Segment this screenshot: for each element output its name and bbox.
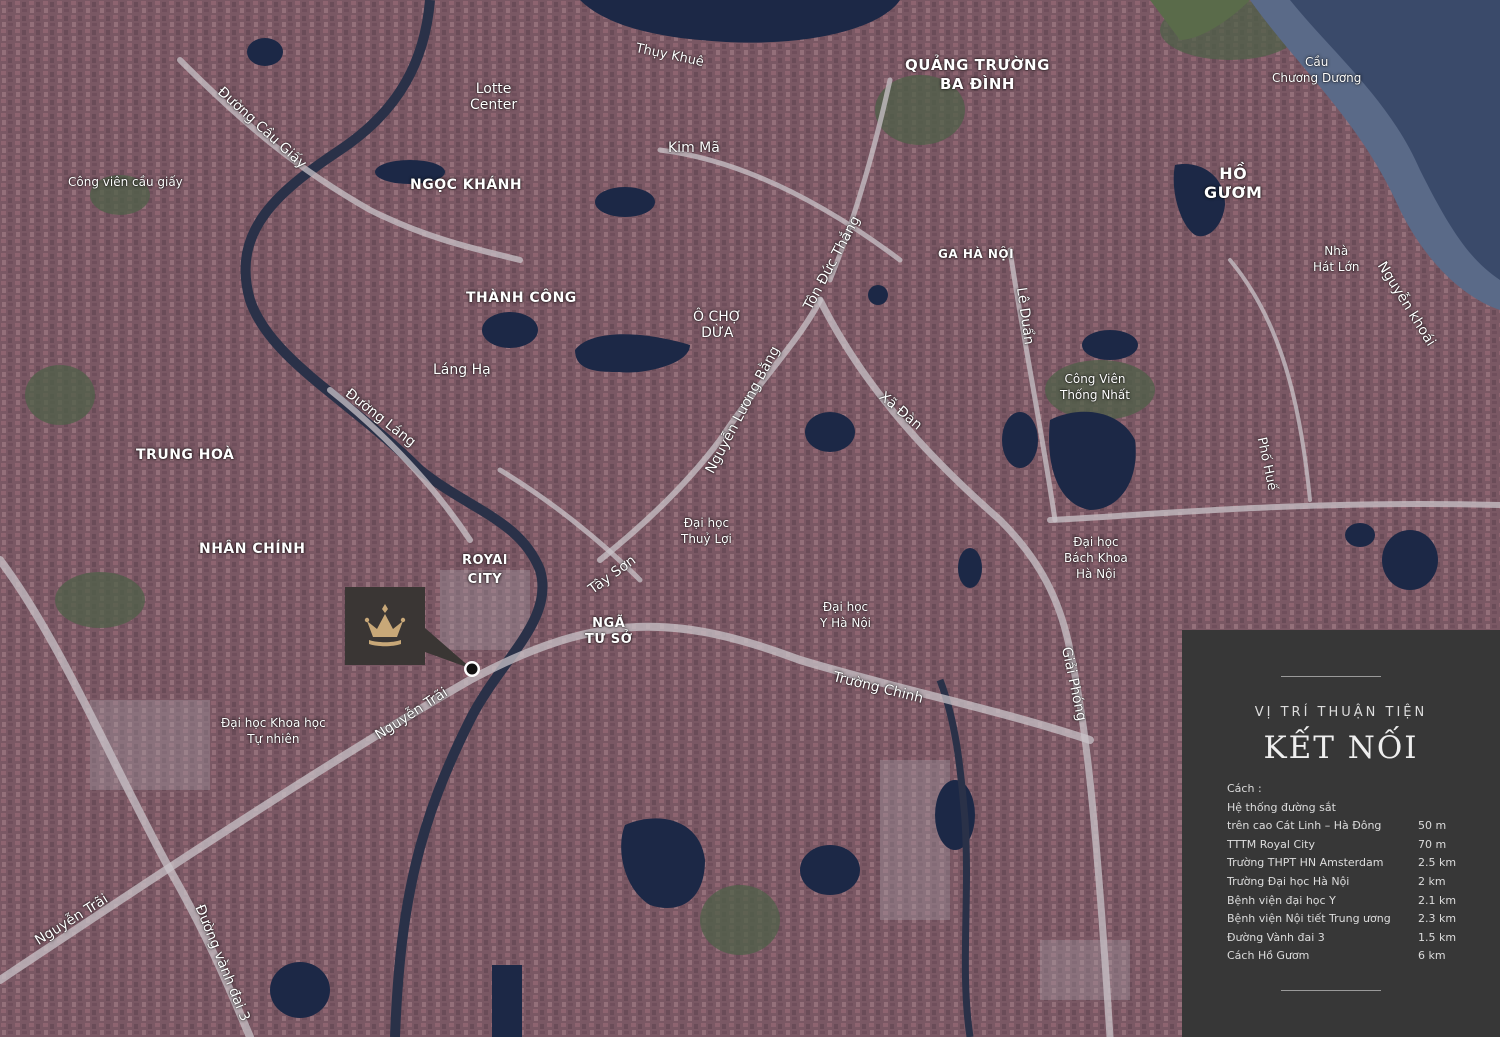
label-o-cho-dua: Ô CHỢ DỪA	[693, 309, 742, 341]
label-nha-hat-lon: Nhà Hát Lớn	[1313, 243, 1360, 275]
label-dh-thuy-loi: Đại học Thuỷ Lợi	[681, 515, 732, 547]
label-nga-tu-so: NGÃ TƯ SỞ	[585, 616, 632, 648]
label-cong-vien-cau-giay: Công viên cầu giấy	[68, 175, 183, 189]
label-line: CITY	[467, 572, 503, 587]
distance-value: 2.1 km	[1418, 893, 1457, 907]
label-line: Y Hà Nội	[820, 616, 871, 630]
distance-row: Cách Hồ Gươm 6 km	[1227, 947, 1487, 966]
distance-label: Trường THPT HN Amsterdam	[1227, 856, 1384, 870]
distance-row: Bệnh viện đại học Y 2.1 km	[1227, 892, 1487, 911]
crown-icon	[364, 604, 406, 647]
label-line: Nhà	[1324, 244, 1349, 258]
label-lang-ha: Láng Hạ	[433, 362, 491, 378]
label-line: BA ĐÌNH	[939, 75, 1015, 93]
panel-bottom-divider	[1281, 990, 1381, 991]
distance-label: Đường Vành đai 3	[1227, 930, 1325, 944]
label-line: Lotte	[475, 81, 512, 97]
distance-row: Đường Vành đai 3 1.5 km	[1227, 929, 1487, 948]
distance-label: Bệnh viện Nội tiết Trung ương	[1227, 912, 1391, 926]
label-quang-truong-ba-dinh: QUẢNG TRƯỜNG BA ĐÌNH	[905, 56, 1050, 94]
distance-row: Hệ thống đường sắt	[1227, 799, 1487, 818]
distance-value: 2.3 km	[1418, 912, 1457, 926]
distance-value: 6 km	[1418, 949, 1446, 963]
distance-value: 1.5 km	[1418, 930, 1457, 944]
label-line: Center	[470, 97, 518, 113]
label-line: Đại học	[1073, 535, 1119, 549]
label-line: Đại học Khoa học	[221, 716, 326, 730]
label-line: ROYAl	[462, 553, 508, 568]
distance-intro: Cách :	[1227, 780, 1487, 799]
distance-row: Bệnh viện Nội tiết Trung ương 2.3 km	[1227, 910, 1487, 929]
distance-list: Cách : Hệ thống đường sắt trên cao Cát L…	[1227, 780, 1487, 966]
distance-label: Bệnh viện đại học Y	[1227, 893, 1336, 907]
label-line: Đại học	[822, 600, 869, 614]
label-cong-vien-thong-nhat: Công Viên Thống Nhất	[1060, 371, 1130, 403]
label-dh-bach-khoa: Đại học Bách Khoa Hà Nội	[1064, 534, 1128, 582]
label-line: NGÃ	[592, 616, 626, 631]
panel-title: KẾT NỐI	[1263, 730, 1419, 766]
distance-label: Hệ thống đường sắt	[1227, 800, 1336, 814]
intro-label: Cách :	[1227, 782, 1262, 795]
distance-row: trên cao Cát Linh – Hà Đông 50 m	[1227, 817, 1487, 836]
label-ho-guom: HỒ GƯƠM	[1204, 164, 1262, 202]
panel-top-divider	[1281, 676, 1381, 677]
label-line: GƯƠM	[1204, 183, 1263, 202]
label-line: Thống Nhất	[1060, 388, 1130, 402]
label-thanh-cong: THÀNH CÔNG	[466, 290, 577, 306]
marker-pointer	[425, 628, 480, 677]
distance-label: Cách Hồ Gươm	[1227, 949, 1310, 963]
label-line: Chương Dương	[1272, 71, 1362, 85]
distance-row: TTTM Royal City 70 m	[1227, 836, 1487, 855]
distance-label: Trường Đại học Hà Nội	[1227, 874, 1350, 888]
label-dh-y-ha-noi: Đại học Y Hà Nội	[820, 599, 871, 631]
label-line: HỒ	[1219, 164, 1248, 183]
panel-subtitle: VỊ TRÍ THUẬN TIỆN	[1254, 705, 1428, 720]
label-kim-ma: Kim Mã	[668, 140, 720, 156]
distance-row: Trường THPT HN Amsterdam 2.5 km	[1227, 854, 1487, 873]
label-line: TƯ SỞ	[585, 632, 633, 647]
label-line: Tự nhiên	[247, 732, 300, 746]
label-line: Đại học	[683, 516, 730, 530]
label-line: Hà Nội	[1075, 567, 1116, 581]
distance-value: 70 m	[1418, 837, 1447, 851]
label-nhan-chinh: NHÂN CHÍNH	[199, 541, 306, 557]
label-line: Công Viên	[1064, 372, 1126, 386]
label-ngoc-khanh: NGỌC KHÁNH	[410, 177, 523, 193]
label-royal-city: ROYAl CITY	[462, 551, 508, 589]
label-line: Ô CHỢ	[693, 309, 742, 325]
distance-value: 2 km	[1418, 874, 1446, 888]
connectivity-panel: VỊ TRÍ THUẬN TIỆN KẾT NỐI Cách : Hệ thốn…	[1182, 630, 1500, 1037]
distance-row: Trường Đại học Hà Nội 2 km	[1227, 873, 1487, 892]
distance-value: 50 m	[1418, 819, 1447, 833]
distance-label: trên cao Cát Linh – Hà Đông	[1227, 819, 1382, 833]
label-trung-hoa: TRUNG HOÀ	[136, 447, 235, 463]
label-line: Cầu	[1305, 55, 1329, 69]
label-dh-khoa-hoc-tu-nhien: Đại học Khoa học Tự nhiên	[221, 715, 326, 747]
label-cau-chuong-duong: Cầu Chương Dương	[1272, 54, 1361, 86]
project-marker[interactable]	[345, 587, 425, 665]
distance-value: 2.5 km	[1418, 856, 1457, 870]
label-ga-ha-noi: GA HÀ NỘI	[938, 247, 1015, 261]
label-line: Thuỷ Lợi	[681, 532, 732, 546]
distance-label: TTTM Royal City	[1227, 837, 1315, 851]
label-line: Bách Khoa	[1064, 551, 1128, 565]
label-lotte-center: Lotte Center	[470, 81, 517, 113]
label-line: DỪA	[701, 325, 734, 341]
label-line: Hát Lớn	[1313, 260, 1360, 274]
label-line: QUẢNG TRƯỜNG	[905, 56, 1050, 74]
